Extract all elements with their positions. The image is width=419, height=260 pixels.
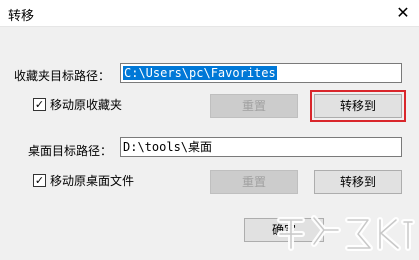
highlight-box (310, 90, 406, 122)
desktop-path-input[interactable]: D:\tools\桌面 (120, 137, 402, 157)
close-icon[interactable]: ✕ (387, 0, 419, 26)
favorites-path-value: C:\Users\pc\Favorites (123, 66, 277, 80)
desktop-transfer-button[interactable]: 转移到 (314, 170, 402, 194)
move-favorites-label: 移动原收藏夹 (50, 98, 123, 112)
favorites-path-input[interactable]: C:\Users\pc\Favorites (120, 63, 402, 83)
favorites-path-label: 收藏夹目标路径： (14, 69, 111, 83)
window-title: 转移 (8, 9, 35, 24)
favorites-reset-button[interactable]: 重置 (210, 94, 298, 118)
move-desktop-checkbox[interactable]: ✓ (33, 174, 46, 187)
desktop-path-label: 桌面目标路径： (28, 144, 113, 158)
move-favorites-checkbox[interactable]: ✓ (33, 98, 46, 111)
move-desktop-label: 移动原桌面文件 (50, 174, 135, 188)
desktop-path-value: D:\tools\桌面 (123, 140, 213, 154)
desktop-reset-button[interactable]: 重置 (210, 170, 298, 194)
title-bar: 转移 ✕ (0, 0, 419, 27)
watermark-logo-icon (277, 215, 415, 251)
